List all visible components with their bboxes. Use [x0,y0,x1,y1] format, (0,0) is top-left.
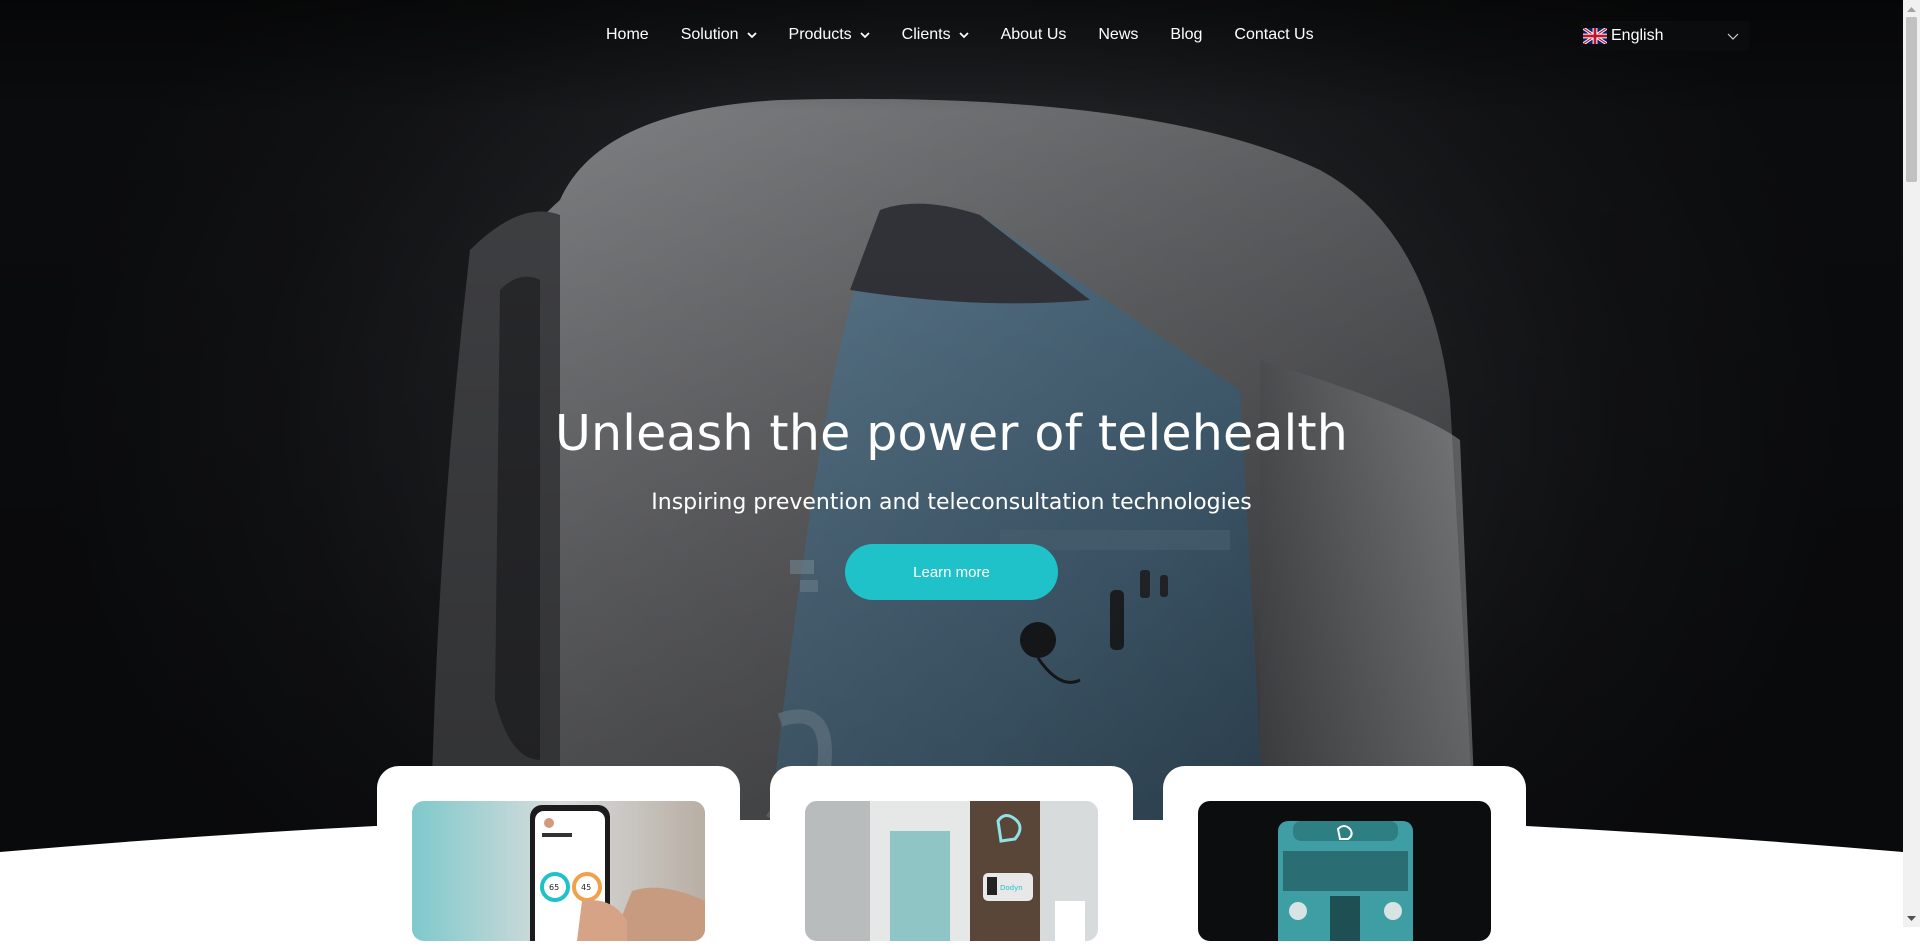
nav-item-label: Home [606,26,649,43]
main-menu: Home Solution Products Clients About Us … [590,20,1330,50]
uk-flag-icon [1583,28,1607,44]
svg-text:65: 65 [549,883,559,892]
nav-item-clients[interactable]: Clients [886,20,985,50]
nav-item-label: Clients [901,26,951,43]
card-mobile-clinic[interactable] [1163,766,1526,946]
chevron-down-icon [958,32,969,39]
hero-subtitle: Inspiring prevention and teleconsultatio… [651,490,1252,515]
mobile-app-photo: 65 45 [412,801,705,941]
svg-text:Dodyn: Dodyn [1000,884,1023,892]
mobile-clinic-truck-photo [1198,801,1491,941]
nav-item-solution[interactable]: Solution [665,20,773,50]
nav-item-blog[interactable]: Blog [1154,20,1218,50]
chevron-down-icon [1727,33,1739,40]
nav-item-label: About Us [1000,26,1067,43]
scrollbar-thumb[interactable] [1906,17,1917,182]
nav-item-home[interactable]: Home [590,20,665,50]
chevron-down-icon [746,32,757,39]
nav-item-contact-us[interactable]: Contact Us [1218,20,1329,50]
nav-item-label: Products [788,26,852,43]
card-health-booth[interactable]: Dodyn [770,766,1133,946]
card-mobile-app[interactable]: 65 45 [377,766,740,946]
nav-item-label: Blog [1170,26,1203,43]
nav-item-label: News [1098,26,1139,43]
nav-item-label: Solution [680,26,739,43]
nav-item-news[interactable]: News [1082,20,1154,50]
learn-more-button[interactable]: Learn more [845,544,1058,600]
page-scrollbar[interactable] [1903,0,1920,927]
scroll-up-arrow-icon[interactable] [1903,0,1920,17]
svg-text:45: 45 [581,883,591,892]
nav-item-products[interactable]: Products [773,20,886,50]
health-booth-photo: Dodyn [805,801,1098,941]
hero-title: Unleash the power of telehealth [554,405,1349,462]
chevron-down-icon [860,32,870,39]
nav-item-label: Contact Us [1234,26,1314,43]
nav-item-about-us[interactable]: About Us [985,20,1083,50]
scroll-down-arrow-icon[interactable] [1903,910,1920,927]
language-selector[interactable]: English [1581,21,1749,51]
top-navigation: Home Solution Products Clients About Us … [0,0,1903,70]
language-label: English [1611,27,1664,44]
